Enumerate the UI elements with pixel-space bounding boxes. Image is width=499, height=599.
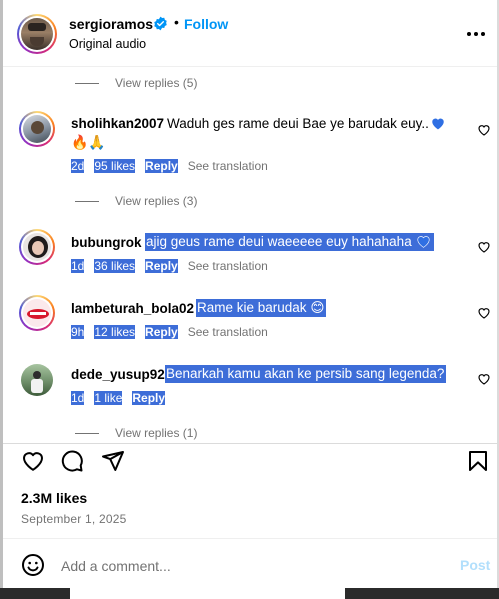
comment-time: 2d: [71, 159, 85, 173]
comment-meta: 1d 1 like Reply: [71, 391, 175, 405]
follow-button[interactable]: Follow: [184, 16, 228, 32]
view-replies-comment-4[interactable]: View replies (1): [75, 426, 197, 440]
reply-button[interactable]: Reply: [132, 391, 166, 405]
comment-text: Waduh ges rame deui Bae ye barudak euy..: [167, 116, 446, 131]
view-replies-comment-1[interactable]: View replies (3): [75, 194, 197, 208]
comment-icon[interactable]: [60, 449, 84, 473]
post-date: September 1, 2025: [21, 512, 127, 526]
comment-likes[interactable]: 1 like: [94, 391, 123, 405]
comment-time: 1d: [71, 391, 85, 405]
comment-likes[interactable]: 36 likes: [94, 259, 136, 273]
see-translation-button[interactable]: See translation: [188, 325, 268, 339]
original-audio-link[interactable]: Original audio: [69, 37, 146, 51]
comment-emoji-line: 🔥🙏: [71, 134, 106, 150]
emoji-icon[interactable]: [21, 553, 45, 577]
comment-text-line: Rame kie barudak 😊: [196, 299, 327, 317]
comment-text: Benarkah kamu akan ke persib sang legend…: [165, 365, 447, 383]
comment-username[interactable]: dede_yusup92: [71, 367, 165, 382]
comment-like-heart-icon[interactable]: [477, 306, 491, 320]
comment-time: 1d: [71, 259, 85, 273]
author-avatar[interactable]: [17, 14, 57, 54]
view-replies-top[interactable]: View replies (5): [75, 76, 197, 90]
comment-like-heart-icon[interactable]: [477, 123, 491, 137]
view-replies-label: View replies (3): [115, 194, 198, 208]
composer-divider: [3, 538, 497, 539]
comment-text: Rame kie barudak 😊: [196, 299, 327, 317]
post-likes-count[interactable]: 2.3M likes: [21, 490, 87, 506]
comments-scroll-clip: View replies (1): [3, 420, 497, 443]
see-translation-button[interactable]: See translation: [188, 159, 268, 173]
reply-button[interactable]: Reply: [145, 325, 178, 339]
comments-divider: [3, 443, 497, 444]
taskbar-gap: [70, 588, 345, 599]
comment-text-content: ajig geus rame deui waeeeee euy hahahaha: [146, 234, 412, 249]
blue-heart-emoji-icon: [417, 236, 431, 248]
comment-text-content: Rame kie barudak: [197, 300, 307, 315]
author-username[interactable]: sergioramos: [69, 16, 153, 32]
comment-time: 9h: [71, 325, 85, 339]
post-comment-button[interactable]: Post: [460, 557, 490, 573]
comment-text: ajig geus rame deui waeeeee euy hahahaha: [145, 233, 435, 251]
comment-text-line: Benarkah kamu akan ke persib sang legend…: [165, 365, 447, 383]
view-replies-label: View replies (1): [115, 426, 198, 440]
comment-like-heart-icon[interactable]: [477, 372, 491, 386]
see-translation-button[interactable]: See translation: [188, 259, 268, 273]
more-options-icon[interactable]: [464, 24, 488, 44]
comment-text-line: ajig geus rame deui waeeeee euy hahahaha: [145, 233, 435, 251]
comment-meta: 9h 12 likes Reply See translation: [71, 325, 278, 339]
verified-badge-icon: [154, 16, 167, 31]
comment-text-line: Waduh ges rame deui Bae ye barudak euy..: [167, 116, 429, 131]
comment-username[interactable]: lambeturah_bola02: [71, 301, 194, 316]
blue-heart-emoji-icon: [432, 118, 444, 130]
comment-username[interactable]: bubungrok: [71, 235, 142, 250]
commenter-avatar-dede-yusup92[interactable]: [21, 364, 53, 396]
post-header: sergioramos • Follow Original audio: [3, 0, 497, 67]
share-icon[interactable]: [101, 449, 125, 473]
heart-icon[interactable]: [21, 449, 45, 473]
commenter-avatar-bubungrok[interactable]: [19, 229, 55, 265]
comment-meta: 1d 36 likes Reply See translation: [71, 259, 278, 273]
commenter-avatar-sholihkan2007[interactable]: [19, 111, 55, 147]
reply-line: [75, 201, 99, 203]
add-comment-input[interactable]: [61, 555, 441, 577]
comment-meta: 2d 95 likes Reply See translation: [71, 159, 278, 173]
reply-line: [75, 83, 99, 85]
comment-like-heart-icon[interactable]: [477, 240, 491, 254]
comment-likes[interactable]: 95 likes: [94, 159, 136, 173]
header-separator: •: [174, 14, 179, 30]
reply-button[interactable]: Reply: [145, 259, 178, 273]
view-replies-label: View replies (5): [115, 76, 198, 90]
commenter-avatar-lambeturah-bola02[interactable]: [19, 295, 55, 331]
comment-username[interactable]: sholihkan2007: [71, 116, 164, 131]
reply-button[interactable]: Reply: [145, 159, 178, 173]
taskbar-strip: [0, 588, 499, 599]
smile-emoji: 😊: [310, 300, 325, 315]
reply-line: [75, 433, 99, 435]
bookmark-icon[interactable]: [466, 449, 490, 473]
comment-likes[interactable]: 12 likes: [94, 325, 136, 339]
window-left-edge: [0, 0, 3, 599]
